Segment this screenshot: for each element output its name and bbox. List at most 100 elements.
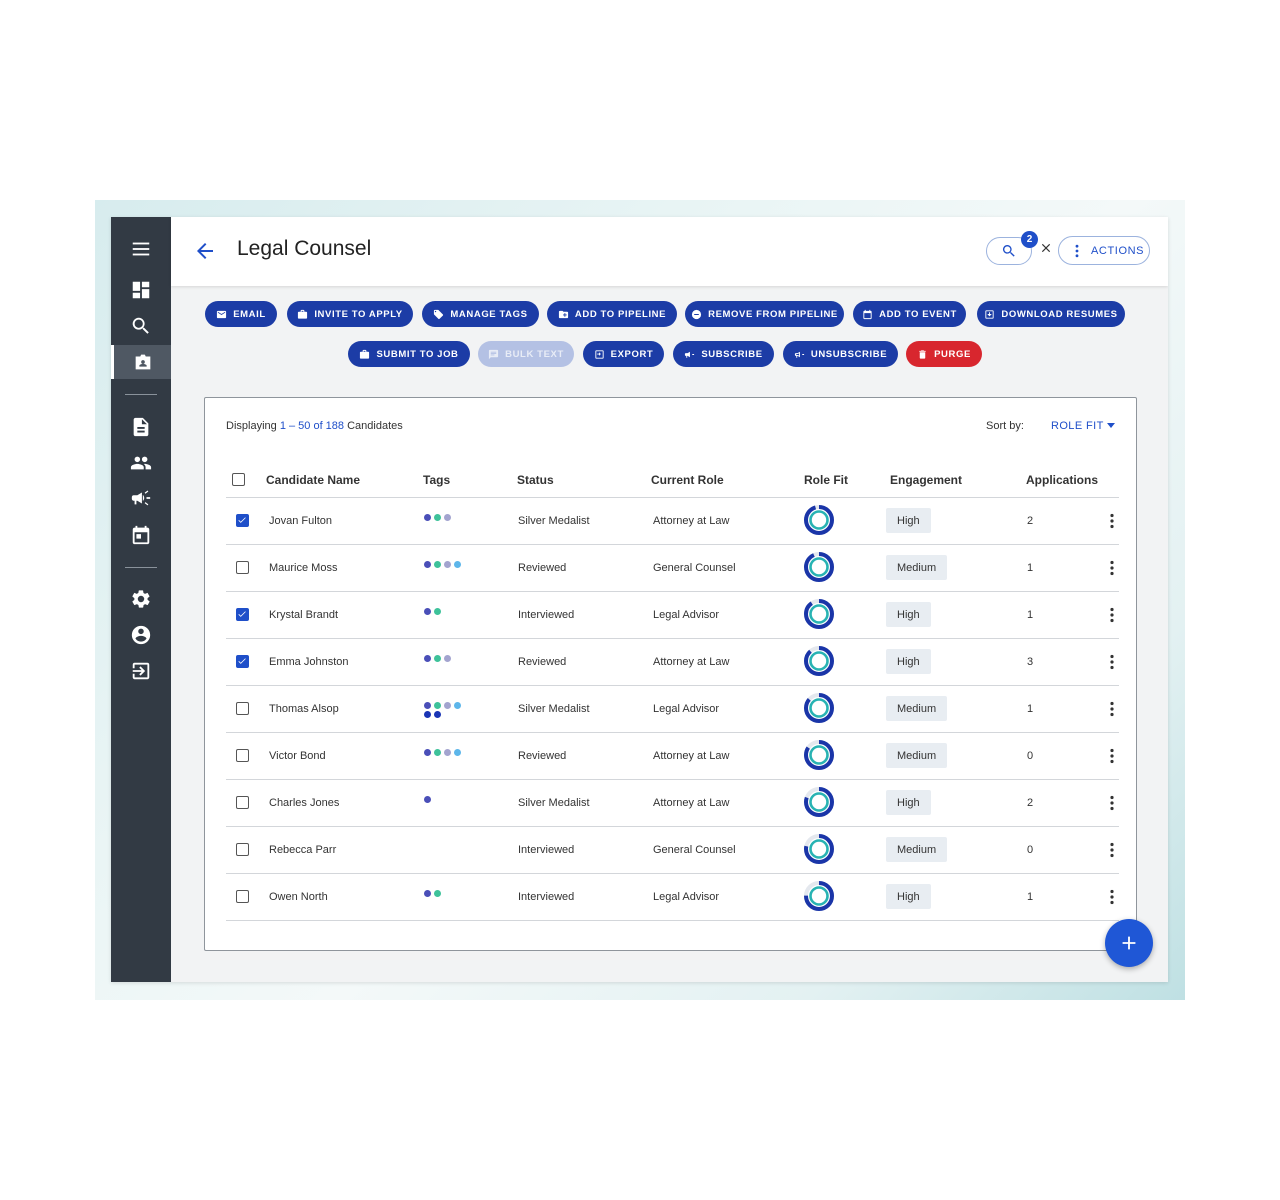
row-checkbox[interactable] xyxy=(236,796,249,809)
sort-dropdown-caret-icon[interactable] xyxy=(1107,423,1115,428)
subscribe-button[interactable]: SUBSCRIBE xyxy=(673,341,774,367)
tag-dots[interactable] xyxy=(424,702,464,718)
tag-dots[interactable] xyxy=(424,655,464,662)
tag-dots[interactable] xyxy=(424,514,464,521)
submit-to-job-label: SUBMIT TO JOB xyxy=(376,348,459,360)
column-header-candidate-name[interactable]: Candidate Name xyxy=(266,473,360,487)
tag-dots[interactable] xyxy=(424,749,464,756)
table-row[interactable]: Krystal Brandt Interviewed Legal Advisor Hi… xyxy=(226,592,1119,639)
calendar-icon[interactable] xyxy=(111,519,171,551)
column-header-applications[interactable]: Applications xyxy=(1026,473,1098,487)
search-icon[interactable] xyxy=(111,310,171,342)
row-more-icon[interactable] xyxy=(1106,795,1118,811)
row-checkbox[interactable] xyxy=(236,890,249,903)
column-header-engagement[interactable]: Engagement xyxy=(890,473,962,487)
tag-dot xyxy=(434,561,441,568)
row-more-icon[interactable] xyxy=(1106,748,1118,764)
tag-dot xyxy=(444,749,451,756)
candidate-name[interactable]: Jovan Fulton xyxy=(269,515,332,527)
results-range-link[interactable]: 1 – 50 of 188 xyxy=(280,420,344,432)
row-checkbox[interactable] xyxy=(236,561,249,574)
people-icon[interactable] xyxy=(111,447,171,479)
candidate-name[interactable]: Krystal Brandt xyxy=(269,609,338,621)
tag-dots[interactable] xyxy=(424,890,464,897)
row-checkbox[interactable] xyxy=(236,702,249,715)
row-checkbox[interactable] xyxy=(236,655,249,668)
add-candidate-button[interactable] xyxy=(1105,919,1153,967)
tag-dots[interactable] xyxy=(424,796,464,803)
table-row[interactable]: Emma Johnston Reviewed Attorney at Law High… xyxy=(226,639,1119,686)
megaphone-icon[interactable] xyxy=(111,482,171,514)
email-label: EMAIL xyxy=(233,308,266,320)
table-row[interactable]: Charles Jones Silver Medalist Attorney at … xyxy=(226,780,1119,827)
tag-dot xyxy=(434,608,441,615)
select-all-checkbox[interactable] xyxy=(232,473,245,486)
document-icon[interactable] xyxy=(111,411,171,443)
row-checkbox[interactable] xyxy=(236,843,249,856)
tag-dot xyxy=(424,890,431,897)
column-header-role-fit[interactable]: Role Fit xyxy=(804,473,848,487)
tag-dot xyxy=(424,608,431,615)
table-row[interactable]: Victor Bond Reviewed Attorney at Law Medium… xyxy=(226,733,1119,780)
remove-from-pipeline-button[interactable]: REMOVE FROM PIPELINE xyxy=(685,301,844,327)
candidate-name[interactable]: Emma Johnston xyxy=(269,656,348,668)
bulk-text-button[interactable]: BULK TEXT xyxy=(478,341,574,367)
candidate-name[interactable]: Charles Jones xyxy=(269,797,339,809)
candidate-name[interactable]: Victor Bond xyxy=(269,750,326,762)
menu-icon[interactable] xyxy=(111,233,171,265)
sidebar xyxy=(111,217,171,982)
clear-filter-icon[interactable] xyxy=(1039,241,1053,255)
applications-count: 1 xyxy=(1027,609,1034,621)
add-to-pipeline-button[interactable]: ADD TO PIPELINE xyxy=(547,301,677,327)
column-header-status[interactable]: Status xyxy=(517,473,554,487)
applications-count: 3 xyxy=(1027,656,1034,668)
table-row[interactable]: Owen North Interviewed Legal Advisor High 1 xyxy=(226,874,1119,921)
back-arrow-icon[interactable] xyxy=(193,239,217,263)
actions-button[interactable]: ACTIONS xyxy=(1058,236,1150,265)
column-header-tags[interactable]: Tags xyxy=(423,473,450,487)
row-more-icon[interactable] xyxy=(1106,654,1118,670)
megaphone-icon xyxy=(685,351,695,358)
status: Interviewed xyxy=(518,844,575,856)
row-more-icon[interactable] xyxy=(1106,560,1118,576)
purge-button[interactable]: PURGE xyxy=(906,341,982,367)
tag-dot xyxy=(434,655,441,662)
unsubscribe-button[interactable]: UNSUBSCRIBE xyxy=(783,341,898,367)
candidate-name[interactable]: Maurice Moss xyxy=(269,562,337,574)
row-more-icon[interactable] xyxy=(1106,889,1118,905)
submit-to-job-button[interactable]: SUBMIT TO JOB xyxy=(348,341,470,367)
row-checkbox[interactable] xyxy=(236,749,249,762)
tag-dots[interactable] xyxy=(424,561,464,568)
column-header-current-role[interactable]: Current Role xyxy=(651,473,724,487)
email-button[interactable]: EMAIL xyxy=(205,301,277,327)
table-row[interactable]: Thomas Alsop Silver Medalist Legal Advisor… xyxy=(226,686,1119,733)
table-row[interactable]: Maurice Moss Reviewed General Counsel Mediu… xyxy=(226,545,1119,592)
settings-icon[interactable] xyxy=(111,583,171,615)
candidate-name[interactable]: Thomas Alsop xyxy=(269,703,339,715)
row-more-icon[interactable] xyxy=(1106,513,1118,529)
sort-dropdown[interactable]: ROLE FIT xyxy=(1051,420,1104,432)
row-checkbox[interactable] xyxy=(236,608,249,621)
export-button[interactable]: EXPORT xyxy=(583,341,664,367)
candidate-name[interactable]: Rebecca Parr xyxy=(269,844,336,856)
table-row[interactable]: Rebecca Parr Interviewed General Counsel Me… xyxy=(226,827,1119,874)
candidate-name[interactable]: Owen North xyxy=(269,891,328,903)
engagement-badge: High xyxy=(886,508,931,533)
invite-to-apply-button[interactable]: INVITE TO APPLY xyxy=(287,301,413,327)
account-icon[interactable] xyxy=(111,619,171,651)
logout-icon[interactable] xyxy=(111,655,171,687)
manage-tags-button[interactable]: MANAGE TAGS xyxy=(422,301,539,327)
row-more-icon[interactable] xyxy=(1106,701,1118,717)
download-resumes-button[interactable]: DOWNLOAD RESUMES xyxy=(977,301,1125,327)
tag-dots[interactable] xyxy=(424,608,464,615)
candidates-icon[interactable] xyxy=(111,345,171,379)
add-to-event-button[interactable]: ADD TO EVENT xyxy=(853,301,966,327)
status: Silver Medalist xyxy=(518,797,590,809)
plus-icon xyxy=(1122,936,1136,950)
row-checkbox[interactable] xyxy=(236,514,249,527)
row-more-icon[interactable] xyxy=(1106,842,1118,858)
table-row[interactable]: Jovan Fulton Silver Medalist Attorney at L… xyxy=(226,498,1119,545)
tag-dot xyxy=(454,749,461,756)
row-more-icon[interactable] xyxy=(1106,607,1118,623)
dashboard-icon[interactable] xyxy=(111,274,171,306)
